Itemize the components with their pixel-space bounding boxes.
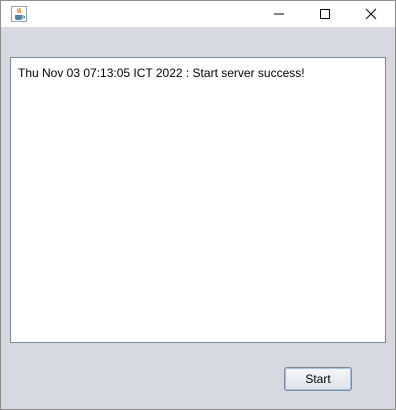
log-line: Thu Nov 03 07:13:05 ICT 2022 : Start ser… xyxy=(18,66,305,80)
close-icon xyxy=(365,8,377,20)
minimize-button[interactable] xyxy=(256,1,302,27)
maximize-icon xyxy=(320,9,330,19)
title-bar[interactable] xyxy=(1,1,395,27)
java-coffee-cup-icon[interactable] xyxy=(11,6,27,22)
server-window: Thu Nov 03 07:13:05 ICT 2022 : Start ser… xyxy=(0,0,396,410)
minimize-icon xyxy=(274,13,284,15)
close-button[interactable] xyxy=(348,1,394,27)
maximize-button[interactable] xyxy=(302,1,348,27)
start-button[interactable]: Start xyxy=(284,367,352,391)
log-text-area[interactable]: Thu Nov 03 07:13:05 ICT 2022 : Start ser… xyxy=(10,57,386,343)
